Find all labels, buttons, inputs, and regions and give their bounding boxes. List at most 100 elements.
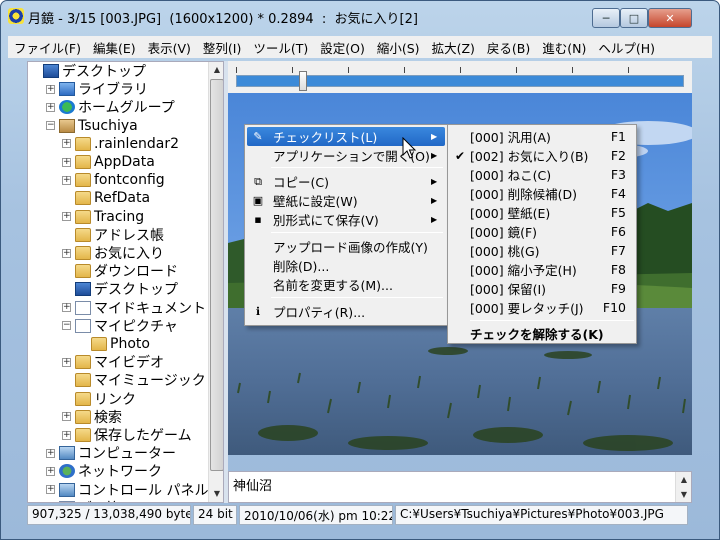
menu-view[interactable]: 表示(V) [142,38,197,57]
menu-edit[interactable]: 編集(E) [87,38,142,57]
tree-item[interactable]: リンク [62,390,136,408]
tree-item[interactable]: + ライブラリ [46,80,148,98]
tree-item[interactable]: + 保存したゲーム [62,426,192,444]
shortcut-key: F3 [610,167,626,182]
context-menu-item[interactable]: ⧉ コピー(C) ▶ [247,172,445,191]
checklist-item[interactable]: [000] ねこ(C) F3 [450,165,634,184]
tree-item[interactable]: + マイビデオ [62,353,164,371]
properties-icon: ℹ [255,305,261,318]
expand-icon[interactable]: + [62,157,71,167]
expand-icon[interactable]: + [46,84,55,94]
context-menu-item[interactable]: アップロード画像の作成(Y) [247,237,445,256]
checklist-item[interactable]: [000] 桃(G) F7 [450,241,634,260]
tree-item[interactable]: + Tracing [62,208,144,226]
caption-field[interactable]: 神仙沼 ▲ ▼ [228,471,692,503]
minimize-button[interactable]: ─ [592,8,620,28]
expand-icon[interactable]: + [62,212,71,222]
tree-item[interactable]: Photo [78,335,150,353]
context-menu-item[interactable]: 削除(D)... [247,256,445,275]
app-icon[interactable] [8,8,24,24]
scroll-up-icon[interactable]: ▲ [209,62,223,78]
expand-icon[interactable]: + [46,102,55,112]
checklist-item[interactable]: [000] 縮小予定(H) F8 [450,260,634,279]
zoom-slider[interactable] [228,61,692,93]
checklist-item[interactable]: ✔ [002] お気に入り(B) F2 [450,146,634,165]
checklist-item[interactable]: [000] 鏡(F) F6 [450,222,634,241]
tree-item[interactable]: + ネットワーク [46,462,162,480]
collapse-icon[interactable]: − [62,321,71,331]
expand-icon[interactable]: + [46,448,55,458]
tree-item[interactable]: + 検索 [62,408,122,426]
checklist-item[interactable]: [000] 削除候補(D) F4 [450,184,634,203]
tree-item[interactable]: + コントロール パネル [46,481,208,499]
checklist-item[interactable]: [000] 保留(I) F9 [450,279,634,298]
context-menu-item[interactable]: 名前を変更する(M)... [247,275,445,294]
collapse-icon[interactable]: − [46,121,55,131]
tree-item-label: コントロール パネル [78,482,209,499]
clear-checks-item[interactable]: チェックを解除する(K) [450,324,634,343]
folder-tree[interactable]: デスクトップ + ライブラリ + ホームグループ − Tsuchiya + .rainlenda… [27,61,224,503]
menu-file[interactable]: ファイル(F) [8,38,87,57]
recycle-bin-icon [59,500,75,502]
expand-icon[interactable]: + [62,412,71,422]
menu-help[interactable]: ヘルプ(H) [592,38,661,57]
expand-icon[interactable]: + [62,248,71,258]
caption-text: 神仙沼 [233,479,273,494]
tree-item[interactable]: デスクトップ [62,280,178,298]
menu-forward[interactable]: 進む(N) [536,38,592,57]
menu-settings[interactable]: 設定(O) [314,38,371,57]
context-menu-item[interactable]: ▪ 別形式にて保存(V) ▶ [247,210,445,229]
caption-scroll-up-icon[interactable]: ▲ [676,472,692,487]
scroll-down-icon[interactable]: ▼ [209,486,223,502]
checklist-item[interactable]: [000] 壁紙(E) F5 [450,203,634,222]
tree-item[interactable]: − Tsuchiya [46,117,138,135]
tree-item[interactable]: + .rainlendar2 [62,135,179,153]
tree-item-label: お気に入り [94,246,164,262]
expand-icon[interactable]: + [62,303,71,313]
blank-icon [250,148,266,164]
tree-item[interactable]: ダウンロード [62,262,178,280]
title-bar[interactable]: 月鏡 - 3/15 [003.JPG] (1600x1200) * 0.2894… [0,0,720,32]
network-icon [59,464,75,479]
context-menu-item[interactable]: ▣ 壁紙に設定(W) ▶ [247,191,445,210]
tree-item[interactable]: + マイドキュメント [62,299,206,317]
menu-shrink[interactable]: 縮小(S) [371,38,426,57]
context-menu-item[interactable]: ℹ プロパティ(R)... [247,302,445,321]
expand-icon[interactable]: + [62,139,71,149]
tree-item[interactable]: + ホームグループ [46,98,175,116]
context-menu-item-label: プロパティ(R)... [273,305,366,320]
tree-item[interactable]: ごみ箱 [46,499,120,502]
tree-item[interactable]: アドレス帳 [62,226,164,244]
menu-tools[interactable]: ツール(T) [247,38,314,57]
expand-icon[interactable]: + [62,357,71,367]
tree-item[interactable]: RefData [62,189,150,207]
tree-item-label: マイミュージック [94,373,206,390]
caption-scrollbar[interactable]: ▲ ▼ [675,472,691,502]
tree-item[interactable]: + AppData [62,153,155,171]
tree-item[interactable]: + コンピューター [46,444,176,462]
shortcut-key: F4 [610,186,626,201]
expand-icon[interactable]: + [46,485,55,495]
expand-icon[interactable]: + [46,466,55,476]
tree-item[interactable]: デスクトップ [30,62,146,80]
games-icon [75,428,91,442]
checklist-item[interactable]: [000] 汎用(A) F1 [450,127,634,146]
shortcut-key: F2 [610,148,626,163]
caption-scroll-down-icon[interactable]: ▼ [676,487,692,502]
tree-item[interactable]: + fontconfig [62,171,165,189]
menu-sort[interactable]: 整列(I) [197,38,247,57]
close-button[interactable]: ✕ [648,8,692,28]
tree-item[interactable]: マイミュージック [62,371,206,389]
slider-thumb[interactable] [299,71,308,91]
tree-scrollbar[interactable]: ▲ ▼ [208,62,223,502]
tree-scroll-thumb[interactable] [210,79,223,471]
expand-icon[interactable]: + [62,430,71,440]
expand-icon[interactable]: + [62,175,71,185]
checklist-item[interactable]: [000] 要レタッチ(J) F10 [450,298,634,317]
menu-back[interactable]: 戻る(B) [481,38,536,57]
maximize-button[interactable]: □ [620,8,648,28]
context-menu-item-label: コピー(C) [273,175,329,190]
tree-item[interactable]: + お気に入り [62,244,164,262]
tree-item[interactable]: − マイピクチャ [62,317,178,335]
menu-enlarge[interactable]: 拡大(Z) [426,38,481,57]
